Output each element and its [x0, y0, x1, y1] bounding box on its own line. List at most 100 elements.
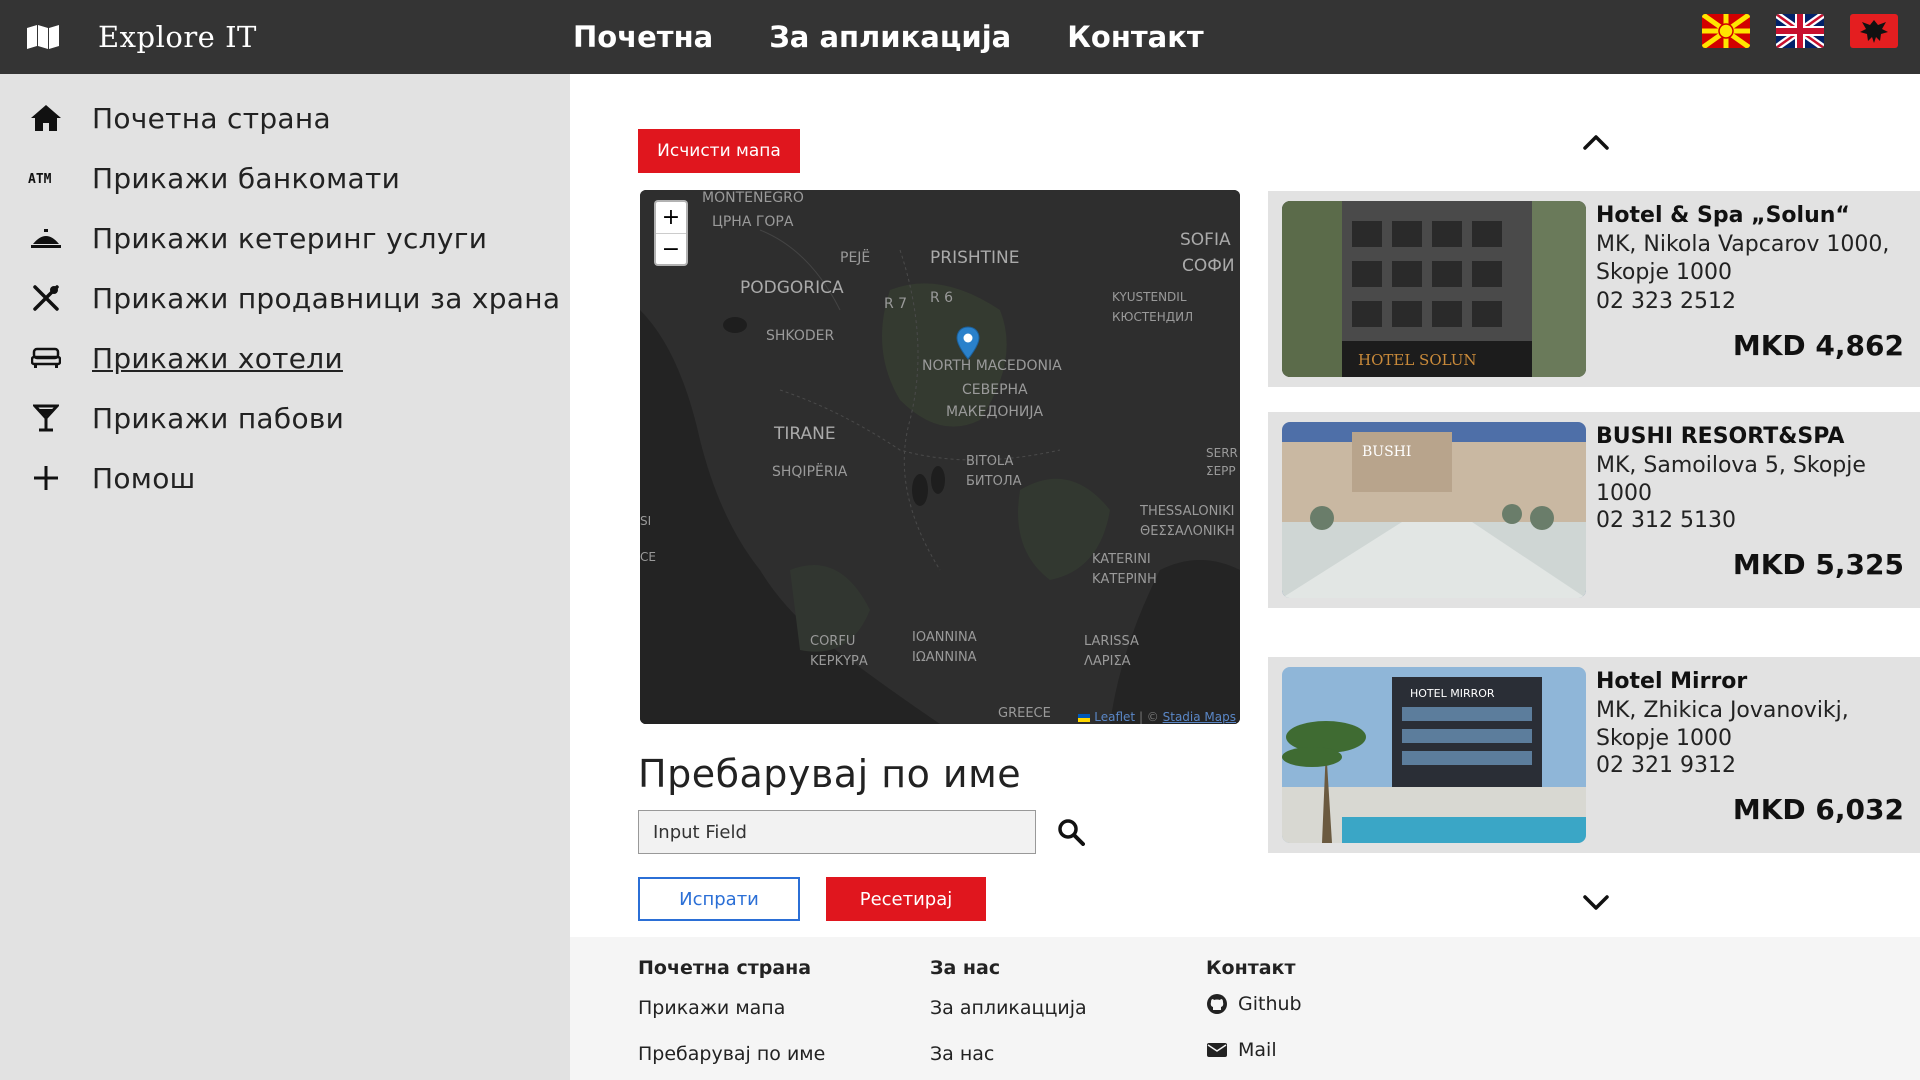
map[interactable]: + − MONTENEGRO ЦРНА ГОРА PEJË PRISHTINE …	[640, 190, 1240, 724]
github-icon	[1207, 994, 1227, 1014]
map-label: ΛΑΡΙΣΑ	[1084, 654, 1131, 669]
footer-link-show-map[interactable]: Прикажи мапа	[638, 997, 785, 1019]
map-icon	[26, 23, 62, 51]
footer-heading-about: За нас	[930, 957, 1001, 979]
footer-heading-contact: Контакт	[1206, 957, 1296, 979]
map-label: МАКЕДОНИЈА	[946, 404, 1044, 420]
clear-map-button[interactable]: Исчисти мапа	[638, 129, 800, 173]
hotel-price: MKD 5,325	[1732, 548, 1904, 581]
sidebar-item-atms[interactable]: ATM Прикажи банкомати	[0, 158, 400, 198]
map-label: R 6	[930, 290, 954, 306]
flag-macedonia-icon[interactable]	[1702, 14, 1750, 48]
hotel-card[interactable]: HOTEL SOLUN Hotel & Spa „Solun“ MK, Niko…	[1268, 191, 1920, 387]
map-label: PRISHTINE	[930, 248, 1020, 268]
sidebar-item-label: Прикажи хотели	[92, 341, 343, 375]
flag-albania-icon[interactable]	[1850, 14, 1898, 48]
search-icon[interactable]	[1057, 818, 1085, 846]
footer-link-github[interactable]: Github	[1238, 993, 1302, 1015]
nav-contact[interactable]: Контакт	[1067, 20, 1204, 54]
map-label: NORTH MACEDONIA	[922, 358, 1062, 374]
search-title: Пребарувај по име	[638, 752, 1022, 796]
hotel-name: Hotel Mirror	[1596, 669, 1748, 694]
mail-icon	[1207, 1043, 1227, 1057]
flag-uk-icon[interactable]	[1776, 14, 1824, 48]
sidebar-item-hotels[interactable]: Прикажи хотели	[0, 338, 343, 378]
sidebar-item-pubs[interactable]: Прикажи пабови	[0, 398, 344, 438]
leaflet-link[interactable]: Leaflet	[1094, 710, 1135, 724]
main-nav: Почетна За апликација Контакт	[573, 0, 1204, 74]
map-label: GREECE	[998, 706, 1051, 721]
sidebar-item-label: Прикажи продавници за храна	[92, 281, 561, 315]
reset-button[interactable]: Ресетирај	[826, 877, 986, 921]
top-navbar: Explore IT Почетна За апликација Контакт	[0, 0, 1920, 74]
hotel-phone: 02 323 2512	[1596, 289, 1736, 314]
send-button[interactable]: Испрати	[638, 877, 800, 921]
atm-icon: ATM	[26, 171, 66, 185]
language-switcher	[1702, 14, 1898, 48]
sidebar-item-label: Прикажи пабови	[92, 401, 345, 435]
hotel-card[interactable]: HOTEL MIRROR Hotel Mirror MK, Zhikica Jo…	[1268, 657, 1920, 853]
map-label: КЮСТЕНДИЛ	[1112, 310, 1194, 324]
footer-link-about-app[interactable]: За апликацција	[930, 997, 1087, 1019]
brand-title: Explore IT	[98, 20, 257, 54]
sidebar-item-label: Почетна страна	[92, 101, 331, 135]
map-attribution: Leaflet | © Stadia Maps	[1078, 710, 1236, 724]
chevron-up-icon[interactable]	[1580, 130, 1612, 154]
map-label: SERR	[1206, 446, 1238, 460]
sidebar-item-home[interactable]: Почетна страна	[0, 98, 331, 138]
stadia-maps-link[interactable]: Stadia Maps	[1163, 710, 1236, 724]
catering-icon	[26, 226, 66, 250]
map-label: ΣΕΡΡ	[1206, 464, 1236, 478]
zoom-out-button[interactable]: −	[656, 233, 686, 264]
map-label: ΙΩΑΝΝΙΝΑ	[912, 650, 977, 665]
hotel-address: MK, Samoilova 5, Skopje 1000	[1596, 453, 1866, 506]
hotel-phone: 02 312 5130	[1596, 508, 1736, 533]
footer-heading-home: Почетна страна	[638, 957, 812, 979]
sidebar-item-help[interactable]: Помош	[0, 458, 196, 498]
map-label: CE	[640, 550, 656, 564]
hotel-price: MKD 4,862	[1732, 329, 1904, 362]
map-label: ΚΑΤΕΡΙΝΗ	[1092, 572, 1157, 587]
sidebar-item-label: Прикажи кетеринг услуги	[92, 221, 488, 255]
sidebar-item-label: Помош	[92, 461, 196, 495]
nav-home[interactable]: Почетна	[573, 20, 713, 54]
hotel-name: Hotel & Spa „Solun“	[1596, 203, 1850, 228]
sidebar-item-label: Прикажи банкомати	[92, 161, 401, 195]
hotel-image: HOTEL SOLUN	[1282, 201, 1586, 377]
map-label: IOANNINA	[912, 630, 977, 645]
hotel-sign: HOTEL MIRROR	[1410, 687, 1495, 700]
map-label: ΘΕΣΣΑΛΟΝΙΚΗ	[1140, 524, 1235, 539]
map-label: BITOLA	[966, 454, 1014, 469]
attribution-separator: | ©	[1135, 710, 1163, 724]
map-label: SOFIA	[1180, 230, 1231, 250]
hotel-card[interactable]: BUSHI BUSHI RESORT&SPA MK, Samoilova 5, …	[1268, 412, 1920, 608]
map-marker-icon[interactable]	[956, 326, 980, 360]
chevron-down-icon[interactable]	[1580, 890, 1612, 914]
search-input[interactable]	[638, 810, 1036, 854]
footer-link-mail[interactable]: Mail	[1238, 1039, 1277, 1061]
map-label: LARISSA	[1084, 634, 1139, 649]
plus-icon	[26, 465, 66, 491]
map-label: PEJË	[840, 250, 871, 266]
footer-link-about-us[interactable]: За нас	[930, 1043, 994, 1065]
footer: Почетна страна Прикажи мапа Пребарувај п…	[570, 937, 1920, 1080]
sidebar-item-food-stores[interactable]: Прикажи продавници за храна	[0, 278, 560, 318]
footer-link-search-by-name[interactable]: Пребарувај по име	[638, 1043, 825, 1065]
map-label: THESSALONIKI	[1140, 504, 1235, 519]
map-label: СОФИ	[1182, 256, 1235, 276]
bed-icon	[26, 347, 66, 369]
sidebar-item-catering[interactable]: Прикажи кетеринг услуги	[0, 218, 487, 258]
hotel-name: BUSHI RESORT&SPA	[1596, 424, 1845, 449]
hotel-address: MK, Zhikica Jovanovikj, Skopje 1000	[1596, 698, 1849, 751]
map-label: CORFU	[810, 634, 856, 649]
map-label: ΚΕΡΚΥΡΑ	[810, 654, 868, 669]
zoom-in-button[interactable]: +	[656, 202, 686, 233]
map-label: TIRANE	[774, 424, 836, 444]
hotel-address: MK, Nikola Vapcarov 1000, Skopje 1000	[1596, 232, 1890, 285]
utensils-icon	[26, 284, 66, 312]
brand[interactable]: Explore IT	[26, 0, 257, 74]
nav-about[interactable]: За апликација	[769, 20, 1011, 54]
home-icon	[26, 104, 66, 132]
hotel-sign: BUSHI	[1362, 444, 1411, 460]
map-zoom-control: + −	[654, 200, 688, 266]
